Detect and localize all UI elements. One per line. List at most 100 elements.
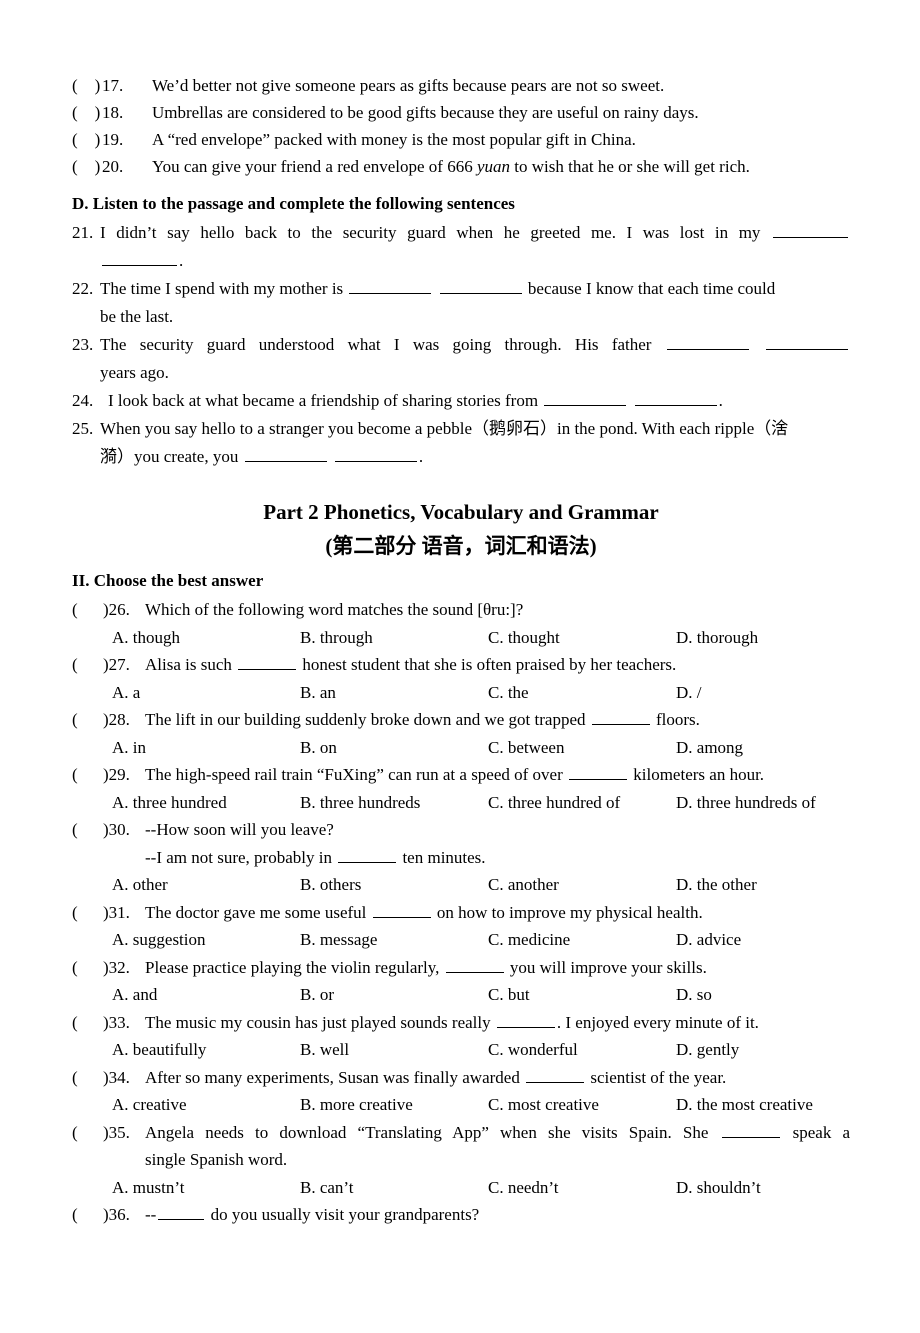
answer-blank[interactable] bbox=[244, 445, 327, 462]
answer-bracket[interactable]: ( bbox=[72, 899, 103, 927]
option-a[interactable]: A. a bbox=[112, 679, 300, 707]
stem-before: The high-speed rail train “FuXing” can r… bbox=[145, 765, 563, 784]
answer-blank[interactable] bbox=[766, 333, 849, 350]
option-c[interactable]: C. needn’t bbox=[488, 1174, 676, 1202]
option-c[interactable]: C. medicine bbox=[488, 926, 676, 954]
question-number: )34. bbox=[103, 1067, 130, 1087]
stem-before: The music my cousin has just played soun… bbox=[145, 1012, 491, 1032]
option-b[interactable]: B. or bbox=[300, 981, 488, 1009]
answer-bracket[interactable]: ( ) bbox=[72, 72, 102, 99]
answer-bracket[interactable]: ( bbox=[72, 596, 103, 624]
item-text-part1: You can give your friend a red envelope … bbox=[152, 157, 477, 176]
answer-bracket[interactable]: ( bbox=[72, 816, 103, 844]
answer-blank[interactable] bbox=[666, 333, 749, 350]
option-c[interactable]: C. the bbox=[488, 679, 676, 707]
option-c[interactable]: C. between bbox=[488, 734, 676, 762]
option-b[interactable]: B. others bbox=[300, 871, 488, 899]
answer-blank[interactable] bbox=[102, 249, 177, 266]
option-b[interactable]: B. through bbox=[300, 624, 488, 652]
option-a[interactable]: A. mustn’t bbox=[112, 1174, 300, 1202]
answer-blank[interactable] bbox=[372, 900, 431, 918]
question-row: ( )27. Alisa is such honest student that… bbox=[72, 651, 850, 679]
option-d[interactable]: D. / bbox=[676, 679, 864, 707]
option-d[interactable]: D. the other bbox=[676, 871, 864, 899]
option-d[interactable]: D. the most creative bbox=[676, 1091, 864, 1119]
answer-bracket[interactable]: ( ) bbox=[72, 126, 102, 153]
option-a[interactable]: A. creative bbox=[112, 1091, 300, 1119]
question-subline: --I am not sure, probably in ten minutes… bbox=[145, 844, 850, 872]
answer-blank[interactable] bbox=[349, 277, 432, 294]
answer-bracket[interactable]: ( bbox=[72, 954, 103, 982]
option-a[interactable]: A. other bbox=[112, 871, 300, 899]
option-c[interactable]: C. wonderful bbox=[488, 1036, 676, 1064]
item-text-part1: The time I spend with my mother is bbox=[100, 279, 344, 298]
subline-after: ten minutes. bbox=[402, 847, 486, 867]
option-b[interactable]: B. on bbox=[300, 734, 488, 762]
answer-blank[interactable] bbox=[721, 1120, 780, 1138]
option-d[interactable]: D. advice bbox=[676, 926, 864, 954]
item-continuation: 漪）you create, you . bbox=[100, 443, 850, 471]
answer-blank[interactable] bbox=[544, 389, 627, 406]
item-text: Umbrellas are considered to be good gift… bbox=[152, 103, 699, 122]
answer-bracket[interactable]: ( bbox=[72, 1201, 103, 1229]
answer-blank[interactable] bbox=[445, 955, 504, 973]
option-b[interactable]: B. can’t bbox=[300, 1174, 488, 1202]
answer-bracket[interactable]: ( bbox=[72, 651, 103, 679]
option-a[interactable]: A. three hundred bbox=[112, 789, 300, 817]
answer-bracket[interactable]: ( bbox=[72, 761, 103, 789]
subline-before: --I am not sure, probably in bbox=[145, 847, 332, 867]
option-c[interactable]: C. most creative bbox=[488, 1091, 676, 1119]
option-d[interactable]: D. gently bbox=[676, 1036, 864, 1064]
answer-blank[interactable] bbox=[634, 389, 717, 406]
fillin-block: 21. I didn’t say hello back to the secur… bbox=[72, 219, 850, 471]
stem-before: Angela needs to download “Translating Ap… bbox=[145, 1122, 709, 1142]
option-a[interactable]: A. beautifully bbox=[112, 1036, 300, 1064]
answer-bracket[interactable]: ( bbox=[72, 1119, 103, 1147]
option-b[interactable]: B. an bbox=[300, 679, 488, 707]
question-row: ( )28. The lift in our building suddenly… bbox=[72, 706, 850, 734]
option-b[interactable]: B. more creative bbox=[300, 1091, 488, 1119]
page-subtitle: (第二部分 语音，词汇和语法) bbox=[325, 534, 597, 558]
option-a[interactable]: A. in bbox=[112, 734, 300, 762]
answer-blank[interactable] bbox=[526, 1065, 585, 1083]
option-b[interactable]: B. well bbox=[300, 1036, 488, 1064]
answer-blank[interactable] bbox=[334, 445, 417, 462]
option-c[interactable]: C. three hundred of bbox=[488, 789, 676, 817]
option-d[interactable]: D. among bbox=[676, 734, 864, 762]
item-text: The security guard understood what I was… bbox=[100, 331, 850, 359]
option-a[interactable]: A. though bbox=[112, 624, 300, 652]
option-a[interactable]: A. and bbox=[112, 981, 300, 1009]
answer-bracket[interactable]: ( ) bbox=[72, 99, 102, 126]
list-item: 23. The security guard understood what I… bbox=[72, 331, 850, 359]
answer-blank[interactable] bbox=[591, 708, 650, 725]
option-c[interactable]: C. thought bbox=[488, 624, 676, 652]
answer-blank[interactable] bbox=[496, 1010, 555, 1028]
option-b[interactable]: B. message bbox=[300, 926, 488, 954]
stem-before: -- bbox=[145, 1205, 157, 1224]
option-d[interactable]: D. so bbox=[676, 981, 864, 1009]
mcq-block: ( )26. Which of the following word match… bbox=[72, 596, 850, 1229]
answer-bracket[interactable]: ( bbox=[72, 1009, 103, 1037]
option-d[interactable]: D. thorough bbox=[676, 624, 864, 652]
answer-blank[interactable] bbox=[238, 653, 297, 670]
question-row: ( )32. Please practice playing the violi… bbox=[72, 954, 850, 982]
option-c[interactable]: C. another bbox=[488, 871, 676, 899]
answer-blank[interactable] bbox=[439, 277, 522, 294]
option-b[interactable]: B. three hundreds bbox=[300, 789, 488, 817]
answer-bracket[interactable]: ( bbox=[72, 706, 103, 734]
answer-blank[interactable] bbox=[569, 763, 628, 780]
item-text-part2: because I know that each time could bbox=[527, 279, 776, 298]
answer-bracket[interactable]: ( bbox=[72, 1064, 103, 1092]
page-title: Part 2 Phonetics, Vocabulary and Grammar bbox=[263, 500, 659, 524]
option-d[interactable]: D. shouldn’t bbox=[676, 1174, 864, 1202]
answer-blank[interactable] bbox=[338, 845, 397, 863]
option-c[interactable]: C. but bbox=[488, 981, 676, 1009]
answer-bracket[interactable]: ( ) bbox=[72, 153, 102, 180]
option-a[interactable]: A. suggestion bbox=[112, 926, 300, 954]
stem-after: kilometers an hour. bbox=[633, 765, 765, 784]
option-d[interactable]: D. three hundreds of bbox=[676, 789, 864, 817]
question-stem: After so many experiments, Susan was fin… bbox=[145, 1064, 850, 1092]
option-row: A. three hundred B. three hundreds C. th… bbox=[112, 789, 850, 817]
answer-blank[interactable] bbox=[158, 1203, 205, 1220]
answer-blank[interactable] bbox=[773, 221, 849, 238]
